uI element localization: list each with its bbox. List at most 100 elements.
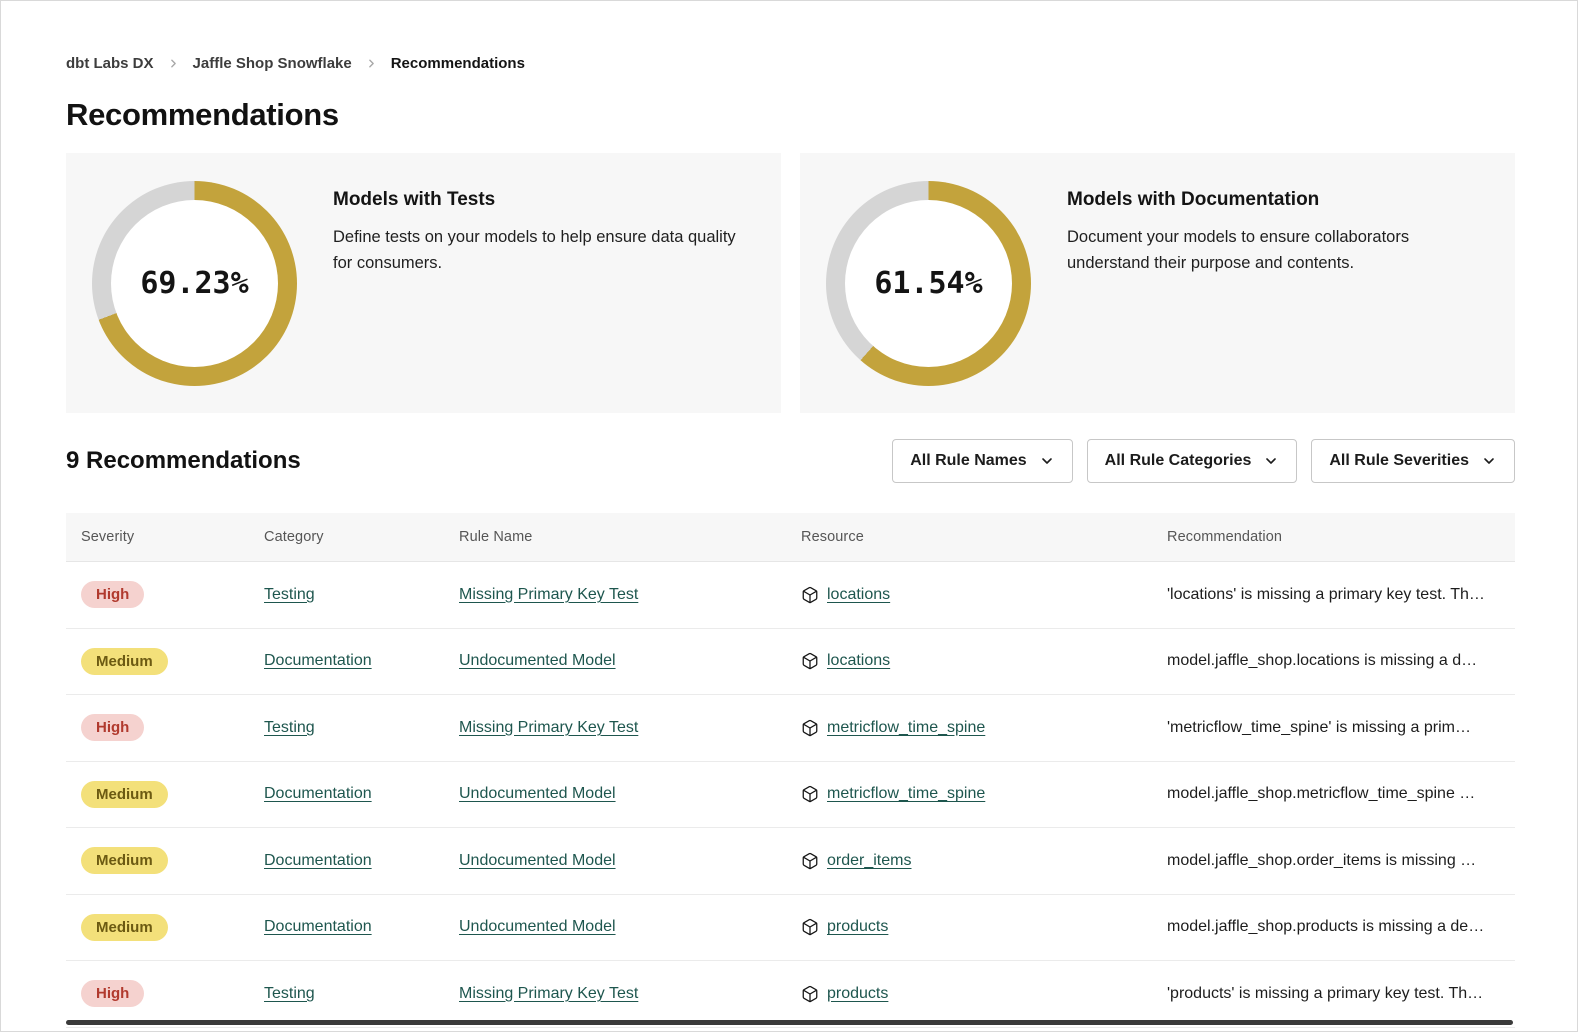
tests-donut-chart: 69.23%	[92, 181, 297, 386]
resource-link[interactable]: products	[827, 918, 888, 936]
model-box-icon	[801, 785, 819, 803]
table-row: Medium Documentation Undocumented Model …	[66, 828, 1515, 895]
column-header-category: Category	[249, 529, 444, 545]
severity-cell: High	[66, 980, 249, 1007]
category-cell: Testing	[249, 586, 444, 604]
column-header-rule-name: Rule Name	[444, 529, 786, 545]
table-row: Medium Documentation Undocumented Model …	[66, 895, 1515, 962]
severity-badge: Medium	[81, 781, 168, 808]
chevron-right-icon	[365, 57, 378, 70]
model-box-icon	[801, 852, 819, 870]
resource-cell: metricflow_time_spine	[786, 719, 1152, 737]
rule-severities-filter-label: All Rule Severities	[1329, 452, 1469, 470]
severity-cell: Medium	[66, 847, 249, 874]
breadcrumb: dbt Labs DX Jaffle Shop Snowflake Recomm…	[66, 53, 1515, 73]
page-title: Recommendations	[66, 97, 1515, 133]
chevron-down-icon	[1039, 453, 1055, 469]
category-cell: Testing	[249, 985, 444, 1003]
model-box-icon	[801, 918, 819, 936]
models-with-documentation-card: 61.54% Models with Documentation Documen…	[800, 153, 1515, 413]
table-row: High Testing Missing Primary Key Test pr…	[66, 961, 1515, 1028]
category-link[interactable]: Testing	[264, 985, 315, 1002]
resource-link[interactable]: order_items	[827, 852, 911, 870]
resource-cell: products	[786, 985, 1152, 1003]
rule-severities-filter-dropdown[interactable]: All Rule Severities	[1311, 439, 1515, 483]
rule-names-filter-label: All Rule Names	[910, 452, 1026, 470]
rule-names-filter-dropdown[interactable]: All Rule Names	[892, 439, 1072, 483]
model-box-icon	[801, 985, 819, 1003]
table-row: High Testing Missing Primary Key Test lo…	[66, 562, 1515, 629]
resource-cell: metricflow_time_spine	[786, 785, 1152, 803]
rule-name-cell: Missing Primary Key Test	[444, 985, 786, 1003]
rule-name-cell: Undocumented Model	[444, 652, 786, 670]
donut-hole: 61.54%	[845, 200, 1012, 367]
rule-name-cell: Undocumented Model	[444, 785, 786, 803]
rule-name-cell: Undocumented Model	[444, 918, 786, 936]
category-link[interactable]: Documentation	[264, 918, 372, 935]
resource-link[interactable]: metricflow_time_spine	[827, 719, 985, 737]
recommendation-text: model.jaffle_shop.locations is missing a…	[1152, 652, 1515, 670]
recommendation-text: 'metricflow_time_spine' is missing a pri…	[1152, 719, 1515, 737]
recommendation-text: model.jaffle_shop.products is missing a …	[1152, 918, 1515, 936]
tests-percentage-value: 69.23%	[140, 266, 248, 301]
recommendation-text: 'products' is missing a primary key test…	[1152, 985, 1515, 1003]
category-link[interactable]: Documentation	[264, 852, 372, 869]
severity-badge: Medium	[81, 648, 168, 675]
rule-name-link[interactable]: Undocumented Model	[459, 652, 616, 669]
breadcrumb-current-recommendations: Recommendations	[391, 55, 525, 72]
rule-categories-filter-dropdown[interactable]: All Rule Categories	[1087, 439, 1298, 483]
card-text: Models with Tests Define tests on your m…	[333, 181, 757, 276]
tests-card-description: Define tests on your models to help ensu…	[333, 225, 757, 276]
resource-cell: locations	[786, 586, 1152, 604]
resource-link[interactable]: metricflow_time_spine	[827, 785, 985, 803]
resource-link[interactable]: locations	[827, 586, 890, 604]
category-cell: Documentation	[249, 918, 444, 936]
category-link[interactable]: Testing	[264, 586, 315, 603]
model-box-icon	[801, 719, 819, 737]
breadcrumb-link-dbt-labs-dx[interactable]: dbt Labs DX	[66, 55, 154, 72]
resource-link[interactable]: locations	[827, 652, 890, 670]
table-row: High Testing Missing Primary Key Test me…	[66, 695, 1515, 762]
models-with-tests-card: 69.23% Models with Tests Define tests on…	[66, 153, 781, 413]
table-body: High Testing Missing Primary Key Test lo…	[66, 562, 1515, 1028]
column-header-severity: Severity	[66, 529, 249, 545]
page-container: dbt Labs DX Jaffle Shop Snowflake Recomm…	[0, 0, 1578, 1032]
rule-name-cell: Missing Primary Key Test	[444, 719, 786, 737]
resource-link[interactable]: products	[827, 985, 888, 1003]
docs-donut-chart: 61.54%	[826, 181, 1031, 386]
recommendations-table: Severity Category Rule Name Resource Rec…	[66, 513, 1515, 1028]
recommendations-toolbar: 9 Recommendations All Rule Names All Rul…	[66, 439, 1515, 483]
chevron-right-icon	[167, 57, 180, 70]
severity-badge: Medium	[81, 914, 168, 941]
rule-name-link[interactable]: Undocumented Model	[459, 852, 616, 869]
rule-name-link[interactable]: Missing Primary Key Test	[459, 719, 638, 736]
rule-name-cell: Missing Primary Key Test	[444, 586, 786, 604]
category-link[interactable]: Documentation	[264, 652, 372, 669]
filter-group: All Rule Names All Rule Categories All R…	[892, 439, 1515, 483]
recommendation-text: 'locations' is missing a primary key tes…	[1152, 586, 1515, 604]
docs-card-description: Document your models to ensure collabora…	[1067, 225, 1491, 276]
rule-name-link[interactable]: Undocumented Model	[459, 918, 616, 935]
severity-cell: High	[66, 714, 249, 741]
table-header-row: Severity Category Rule Name Resource Rec…	[66, 513, 1515, 562]
rule-name-link[interactable]: Missing Primary Key Test	[459, 985, 638, 1002]
severity-badge: High	[81, 980, 144, 1007]
rule-categories-filter-label: All Rule Categories	[1105, 452, 1252, 470]
breadcrumb-link-project[interactable]: Jaffle Shop Snowflake	[193, 55, 352, 72]
column-header-resource: Resource	[786, 529, 1152, 545]
rule-name-link[interactable]: Undocumented Model	[459, 785, 616, 802]
category-cell: Documentation	[249, 652, 444, 670]
category-link[interactable]: Documentation	[264, 785, 372, 802]
model-box-icon	[801, 652, 819, 670]
severity-badge: High	[81, 714, 144, 741]
docs-percentage-value: 61.54%	[874, 266, 982, 301]
severity-badge: Medium	[81, 847, 168, 874]
recommendation-text: model.jaffle_shop.metricflow_time_spine …	[1152, 785, 1515, 803]
donut-hole: 69.23%	[111, 200, 278, 367]
rule-name-link[interactable]: Missing Primary Key Test	[459, 586, 638, 603]
table-row: Medium Documentation Undocumented Model …	[66, 629, 1515, 696]
horizontal-scrollbar[interactable]	[66, 1020, 1513, 1025]
category-link[interactable]: Testing	[264, 719, 315, 736]
severity-cell: Medium	[66, 914, 249, 941]
category-cell: Testing	[249, 719, 444, 737]
